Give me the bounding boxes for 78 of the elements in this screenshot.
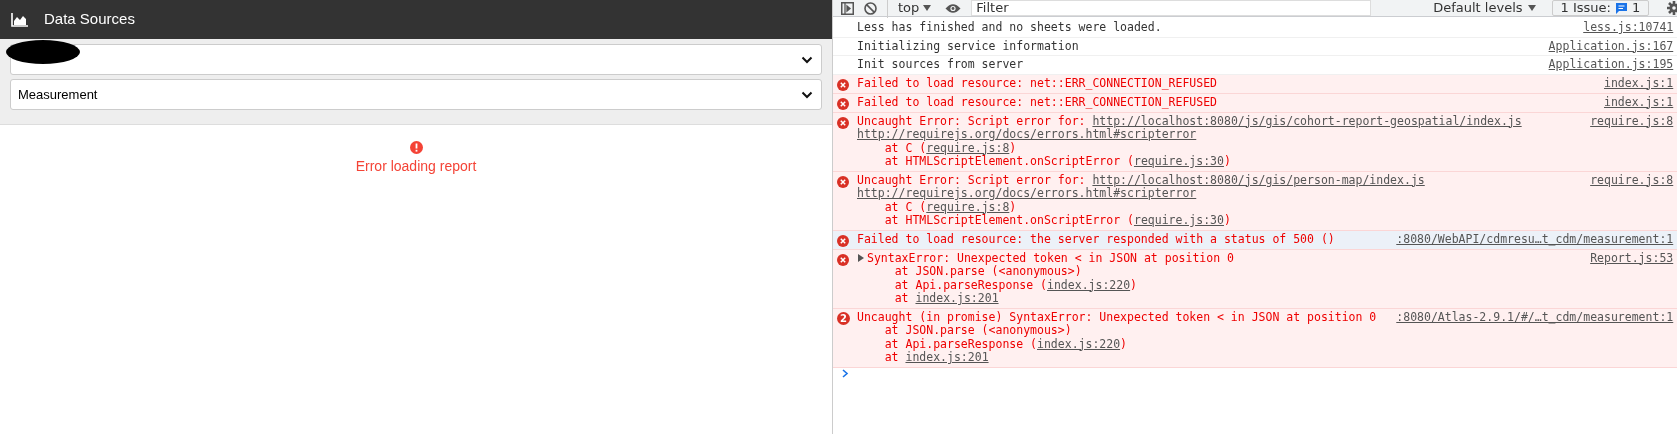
message-text: Failed to load resource: net::ERR_CONNECTION_REFUSED: [857, 75, 1218, 90]
source-link[interactable]: :8080/Atlas-2.9.1/#/…t_cdm/measurement:1: [1396, 310, 1674, 365]
message-text: ): [1120, 336, 1128, 351]
message-text: Uncaught Error: Script error for:: [857, 172, 1087, 187]
context-dropdown[interactable]: top: [887, 0, 932, 18]
message-text: at: [893, 291, 910, 305]
message-text: at HTMLScriptElement.onScriptError (: [883, 154, 1134, 168]
source-link[interactable]: Report.js:53: [1590, 251, 1674, 306]
clear-console-icon[interactable]: [864, 1, 877, 15]
error-icon: [837, 116, 849, 129]
message-text: ): [1223, 213, 1231, 227]
source-link[interactable]: http://requirejs.org/docs/errors.html#scripterror: [857, 127, 1197, 141]
message-text: at JSON.parse (<anonymous>): [884, 323, 1072, 337]
dropdown-select[interactable]: Measurement: [10, 79, 822, 110]
issues-count: 1: [1631, 0, 1641, 18]
error-icon: [409, 141, 423, 154]
message-text: at: [883, 350, 900, 364]
source-link[interactable]: Application.js:167: [1548, 39, 1674, 53]
message-text: Failed to load resource: the server responded with a status of 500 (): [857, 231, 1335, 246]
message-text: ): [1009, 140, 1017, 155]
dropdown-triangle-icon: [923, 5, 932, 11]
message-text: at HTMLScriptElement.onScriptError (: [883, 213, 1134, 227]
source-link[interactable]: http://localhost:8080/js/gis/cohort-report-geospatial/index.js: [1092, 113, 1522, 128]
source-link[interactable]: http://requirejs.org/docs/errors.html#scripterror: [857, 186, 1197, 200]
source-link[interactable]: index.js:1: [1604, 95, 1674, 110]
message-text: at Api.parseResponse (: [883, 336, 1037, 351]
error-icon: [837, 175, 849, 188]
source-link[interactable]: require.js:8: [1590, 173, 1674, 228]
source-link[interactable]: index.js:220: [1037, 336, 1121, 351]
source-link[interactable]: require.js:8: [926, 140, 1010, 155]
issues-button[interactable]: 1 Issue: 1: [1551, 0, 1650, 16]
message-text: Uncaught (in promise) SyntaxError: Unexpected token < in JSON at position 0: [857, 309, 1377, 324]
error-message: Error loading report: [355, 157, 477, 176]
eye-icon[interactable]: [945, 2, 962, 14]
message-text: Less has finished and no sheets were loaded.: [857, 20, 1162, 34]
source-link[interactable]: require.js:30: [1133, 154, 1224, 168]
message-text: Init sources from server: [857, 57, 1024, 71]
source-link[interactable]: index.js:201: [905, 350, 989, 364]
issues-label: 1 Issue:: [1560, 0, 1611, 18]
expand-triangle-icon[interactable]: [857, 254, 865, 263]
source-link[interactable]: index.js:1: [1604, 76, 1674, 91]
error-icon: [837, 97, 849, 110]
area-chart-icon: [11, 12, 28, 27]
filter-input[interactable]: Filter: [971, 0, 1372, 16]
dropdown-triangle-icon: [1527, 5, 1536, 11]
message-text: ): [1130, 277, 1138, 292]
message-text: at C (: [884, 140, 927, 155]
source-link[interactable]: index.js:220: [1047, 277, 1131, 292]
source-link[interactable]: less.js:10741: [1583, 21, 1674, 35]
source-link[interactable]: Application.js:195: [1548, 58, 1674, 72]
source-link[interactable]: http://localhost:8080/js/gis/person-map/index.js: [1092, 172, 1425, 187]
chevron-down-icon: [801, 55, 813, 64]
message-text: Initializing service information: [857, 38, 1079, 53]
message-icon: [1615, 2, 1627, 14]
message-text: Failed to load resource: net::ERR_CONNECTION_REFUSED: [857, 94, 1218, 109]
source-link[interactable]: index.js:201: [915, 291, 999, 305]
log-levels-dropdown[interactable]: Default levels: [1433, 0, 1536, 18]
message-text: ): [1223, 154, 1231, 168]
error-icon: [837, 234, 849, 247]
chevron-down-icon: [801, 90, 813, 99]
source-link[interactable]: require.js:30: [1133, 213, 1224, 227]
source-link[interactable]: require.js:8: [926, 199, 1010, 214]
error-icon: [837, 253, 849, 266]
message-text: SyntaxError: Unexpected token < in JSON at position 0: [867, 250, 1234, 265]
message-text: Uncaught Error: Script error for:: [857, 113, 1087, 128]
settings-icon[interactable]: [1667, 1, 1677, 15]
error-icon: [837, 78, 849, 91]
source-link[interactable]: require.js:8: [1590, 114, 1674, 169]
source-link[interactable]: :8080/WebAPI/cdmresu…t_cdm/measurement:1: [1396, 232, 1674, 247]
message-text: ): [1009, 199, 1017, 214]
prompt-chevron-icon[interactable]: [842, 368, 849, 378]
sidebar-toggle-icon[interactable]: [841, 1, 854, 15]
select-value: Measurement: [18, 85, 98, 104]
message-text: at Api.parseResponse (: [893, 277, 1047, 292]
page-title: Data Sources: [44, 9, 135, 30]
message-text: at C (: [884, 199, 927, 214]
message-text: at JSON.parse (<anonymous>): [894, 264, 1082, 278]
repeat-count-badge: 2: [837, 311, 850, 325]
